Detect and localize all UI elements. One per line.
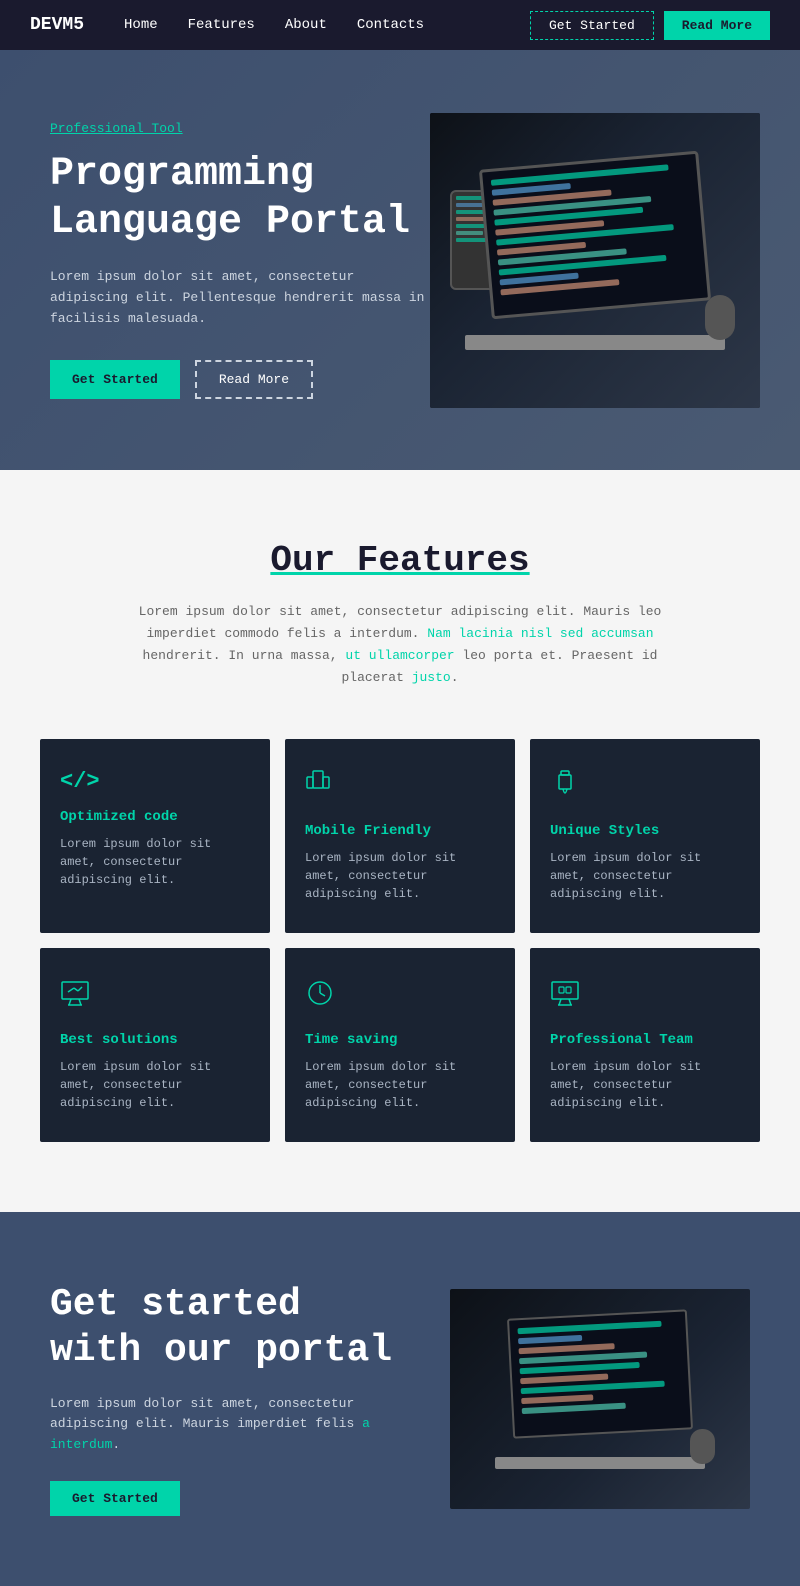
hero-buttons: Get Started Read More — [50, 360, 430, 399]
nav-about[interactable]: About — [285, 17, 327, 33]
nav-buttons: Get Started Read More — [530, 11, 770, 40]
cta-image — [450, 1289, 750, 1509]
laptop-base — [465, 335, 725, 350]
feature-card-team: Professional Team Lorem ipsum dolor sit … — [530, 948, 760, 1142]
features-description: Lorem ipsum dolor sit amet, consectetur … — [120, 601, 680, 689]
cta-laptop-base — [495, 1457, 705, 1469]
feature-desc-solutions: Lorem ipsum dolor sit amet, consectetur … — [60, 1058, 250, 1112]
hero-text: Professional Tool ProgrammingLanguage Po… — [50, 121, 430, 398]
navbar: DEVM5 Home Features About Contacts Get S… — [0, 0, 800, 50]
nav-logo: DEVM5 — [30, 15, 84, 35]
feature-card-mobile: Mobile Friendly Lorem ipsum dolor sit am… — [285, 739, 515, 933]
clock-icon — [305, 978, 495, 1017]
feature-title-solutions: Best solutions — [60, 1032, 250, 1048]
monitor-icon — [60, 978, 250, 1017]
feature-card-solutions: Best solutions Lorem ipsum dolor sit ame… — [40, 948, 270, 1142]
feature-title-styles: Unique Styles — [550, 823, 740, 839]
nav-features[interactable]: Features — [188, 17, 255, 33]
cta-title: Get startedwith our portal — [50, 1282, 430, 1373]
feature-desc-code: Lorem ipsum dolor sit amet, consectetur … — [60, 835, 250, 889]
hero-title: ProgrammingLanguage Portal — [50, 151, 430, 247]
feature-desc-mobile: Lorem ipsum dolor sit amet, consectetur … — [305, 849, 495, 903]
nav-home[interactable]: Home — [124, 17, 158, 33]
cta-description: Lorem ipsum dolor sit amet, consectetur … — [50, 1394, 430, 1456]
features-title: Our Features — [40, 540, 760, 581]
feature-title-mobile: Mobile Friendly — [305, 823, 495, 839]
nav-contacts[interactable]: Contacts — [357, 17, 424, 33]
hero-read-more-button[interactable]: Read More — [195, 360, 313, 399]
hero-image-inner — [430, 113, 760, 408]
code-icon: </> — [60, 769, 250, 794]
hero-image — [430, 113, 760, 408]
mouse-illustration — [705, 295, 735, 340]
cta-mouse-illustration — [690, 1429, 715, 1464]
cta-text: Get startedwith our portal Lorem ipsum d… — [50, 1282, 430, 1516]
feature-card-time: Time saving Lorem ipsum dolor sit amet, … — [285, 948, 515, 1142]
feature-desc-styles: Lorem ipsum dolor sit amet, consectetur … — [550, 849, 740, 903]
feature-desc-team: Lorem ipsum dolor sit amet, consectetur … — [550, 1058, 740, 1112]
cta-get-started-button[interactable]: Get Started — [50, 1481, 180, 1516]
mobile-icon — [305, 769, 495, 808]
feature-card-code: </> Optimized code Lorem ipsum dolor sit… — [40, 739, 270, 933]
cta-screen — [507, 1310, 693, 1439]
nav-links: Home Features About Contacts — [124, 17, 530, 33]
cta-image-inner — [450, 1289, 750, 1509]
feature-desc-time: Lorem ipsum dolor sit amet, consectetur … — [305, 1058, 495, 1112]
laptop-illustration — [445, 160, 745, 360]
features-grid: </> Optimized code Lorem ipsum dolor sit… — [40, 739, 760, 1142]
hero-section: Professional Tool ProgrammingLanguage Po… — [0, 50, 800, 470]
laptop-screen — [479, 151, 711, 320]
nav-read-more-button[interactable]: Read More — [664, 11, 770, 40]
hero-description: Lorem ipsum dolor sit amet, consectetur … — [50, 267, 430, 329]
cta-laptop-illustration — [480, 1314, 720, 1484]
hero-subtitle: Professional Tool — [50, 121, 430, 136]
feature-title-code: Optimized code — [60, 809, 250, 825]
feature-title-team: Professional Team — [550, 1032, 740, 1048]
hero-get-started-button[interactable]: Get Started — [50, 360, 180, 399]
brush-icon — [550, 769, 740, 808]
features-section: Our Features Lorem ipsum dolor sit amet,… — [0, 470, 800, 1212]
feature-card-styles: Unique Styles Lorem ipsum dolor sit amet… — [530, 739, 760, 933]
team-icon — [550, 978, 740, 1017]
cta-section: Get startedwith our portal Lorem ipsum d… — [0, 1212, 800, 1586]
feature-title-time: Time saving — [305, 1032, 495, 1048]
nav-get-started-button[interactable]: Get Started — [530, 11, 654, 40]
